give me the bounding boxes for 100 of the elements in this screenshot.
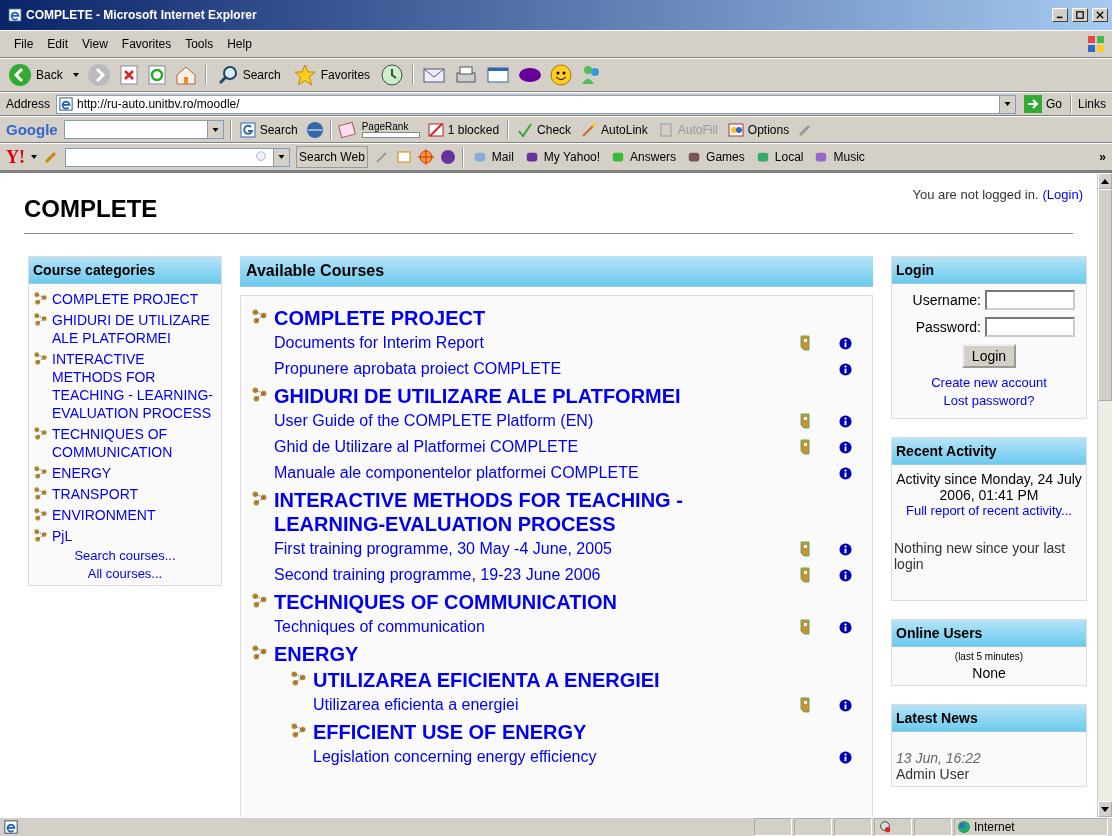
print-icon[interactable] <box>454 65 479 85</box>
info-icon[interactable] <box>839 568 852 582</box>
options-button[interactable]: Options <box>725 121 792 138</box>
login-link[interactable]: (Login) <box>1042 187 1083 202</box>
course-link[interactable]: User Guide of the COMPLETE Platform (EN) <box>274 412 594 430</box>
course-link[interactable]: Utilizarea eficienta a energiei <box>313 696 519 714</box>
spellcheck-button[interactable]: Check <box>515 121 574 138</box>
dropdown-button[interactable] <box>206 121 223 138</box>
category-heading-link[interactable]: UTILIZAREA EFICIENTA A ENERGIEI <box>313 668 773 692</box>
search-button[interactable]: Search <box>214 64 283 86</box>
info-icon[interactable] <box>839 620 852 634</box>
address-field[interactable]: http://ru-auto.unitbv.ro/moodle/ <box>56 94 1016 114</box>
smiley-icon[interactable] <box>550 64 573 86</box>
course-link[interactable]: Second training programme, 19-23 June 2006 <box>274 566 601 584</box>
google-search-field[interactable] <box>63 120 224 139</box>
minimize-button[interactable] <box>1052 8 1068 22</box>
full-report-link[interactable]: Full report of recent activity... <box>894 503 1084 518</box>
category-heading-link[interactable]: ENERGY <box>274 642 734 666</box>
go-button[interactable]: Go <box>1021 95 1064 113</box>
category-heading-link[interactable]: INTERACTIVE METHODS FOR TEACHING - LEARNING-EVALUATION PROCESS <box>274 488 734 536</box>
info-icon[interactable] <box>839 750 852 764</box>
close-button[interactable] <box>1092 8 1108 22</box>
category-link[interactable]: TECHNIQUES OF COMMUNICATION <box>52 425 217 461</box>
scroll-thumb[interactable] <box>1098 189 1112 401</box>
info-icon[interactable] <box>839 466 852 480</box>
all-courses-link[interactable]: All courses... <box>33 566 217 581</box>
course-link[interactable]: Techniques of communication <box>274 618 485 636</box>
menu-item[interactable]: View <box>82 37 108 51</box>
create-account-link[interactable]: Create new account <box>931 375 1047 390</box>
course-link[interactable]: Propunere aprobata proiect COMPLETE <box>274 360 562 378</box>
yahoo-toolbar-button[interactable]: Games <box>684 150 747 164</box>
dropdown-button[interactable] <box>273 148 289 166</box>
scrollbar[interactable] <box>1097 173 1112 817</box>
guest-access-icon <box>799 541 811 557</box>
home-icon[interactable] <box>174 64 197 86</box>
guest-access-icon <box>799 413 811 429</box>
favorites-button[interactable]: Favorites <box>290 63 373 87</box>
dropdown-caret-icon[interactable] <box>31 155 37 159</box>
course-link[interactable]: Ghid de Utilizare al Platformei COMPLETE <box>274 438 579 456</box>
search-courses-link[interactable]: Search courses... <box>33 548 217 563</box>
menu-item[interactable]: Tools <box>185 37 214 51</box>
password-field[interactable] <box>985 317 1075 337</box>
info-icon[interactable] <box>839 542 852 556</box>
yahoo-toolbar-button[interactable]: Local <box>752 150 806 164</box>
mail-icon[interactable] <box>422 65 447 85</box>
checkmark-icon <box>517 121 534 138</box>
category-icon <box>290 670 307 687</box>
category-heading-link[interactable]: GHIDURI DE UTILIZARE ALE PLATFORMEI <box>274 384 734 408</box>
category-link[interactable]: INTERACTIVE METHODS FOR TEACHING - LEARNING-EVALUATION PROCESS <box>52 350 217 422</box>
info-icon[interactable] <box>839 698 852 712</box>
category-heading-link[interactable]: TECHNIQUES OF COMMUNICATION <box>274 590 734 614</box>
globe-icon[interactable] <box>305 120 324 139</box>
links-label[interactable]: Links <box>1078 97 1106 111</box>
category-link[interactable]: TRANSPORT <box>52 485 139 503</box>
menu-item[interactable]: File <box>14 37 34 51</box>
yahoo-toolbar-button[interactable]: My Yahoo! <box>521 150 603 164</box>
yahoo-search-field[interactable] <box>65 147 290 167</box>
info-icon[interactable] <box>839 414 852 428</box>
category-link[interactable]: GHIDURI DE UTILIZARE ALE PLATFORMEI <box>52 311 217 347</box>
yahoo-toolbar-button[interactable]: Music <box>811 150 867 164</box>
category-link[interactable]: ENERGY <box>52 464 112 482</box>
category-link[interactable]: COMPLETE PROJECT <box>52 290 199 308</box>
yahoo-toolbar-button[interactable]: Mail <box>469 150 516 164</box>
popup-blocker-button[interactable]: 1 blocked <box>425 121 502 138</box>
yahoo-toolbar-button[interactable]: Answers <box>608 150 679 164</box>
dropdown-button[interactable] <box>998 95 1015 113</box>
category-link[interactable]: PjL <box>52 527 73 545</box>
category-icon <box>290 722 307 739</box>
more-chevron[interactable]: » <box>1099 150 1106 164</box>
menu-item[interactable]: Help <box>227 37 252 51</box>
username-field[interactable] <box>985 290 1075 310</box>
info-icon[interactable] <box>839 440 852 454</box>
category-heading-link[interactable]: EFFICIENT USE OF ENERGY <box>313 720 773 744</box>
refresh-icon[interactable] <box>146 65 167 85</box>
edit-icon[interactable] <box>486 65 511 85</box>
target-icon[interactable] <box>417 149 434 165</box>
scroll-down-button[interactable] <box>1098 801 1112 817</box>
scroll-up-button[interactable] <box>1098 173 1112 189</box>
back-button[interactable]: Back <box>6 63 65 87</box>
category-heading-link[interactable]: COMPLETE PROJECT <box>274 306 734 330</box>
autolink-button[interactable]: AutoLink <box>579 121 650 138</box>
stop-icon[interactable] <box>118 65 139 85</box>
info-icon[interactable] <box>839 362 852 376</box>
menu-item[interactable]: Favorites <box>121 37 172 51</box>
dropdown-caret-icon[interactable] <box>72 73 79 77</box>
history-icon[interactable] <box>380 63 405 87</box>
course-link[interactable]: Legislation concerning energy efficiency <box>313 748 597 766</box>
maximize-icon <box>1076 11 1084 19</box>
search-web-button[interactable]: Search Web <box>296 146 368 168</box>
course-link[interactable]: Manuale ale componentelor platformei COMPLETE <box>274 464 639 482</box>
course-link[interactable]: Documents for Interim Report <box>274 334 484 352</box>
google-search-button[interactable]: Search <box>237 121 300 138</box>
lost-password-link[interactable]: Lost password? <box>943 393 1035 408</box>
maximize-button[interactable] <box>1072 8 1088 22</box>
menu-item[interactable]: Edit <box>47 37 69 51</box>
guest-access-icon <box>799 697 811 713</box>
info-icon[interactable] <box>839 336 852 350</box>
login-button[interactable]: Login <box>961 344 1017 368</box>
category-link[interactable]: ENVIRONMENT <box>52 506 156 524</box>
course-link[interactable]: First training programme, 30 May -4 June, 2005 <box>274 540 612 558</box>
